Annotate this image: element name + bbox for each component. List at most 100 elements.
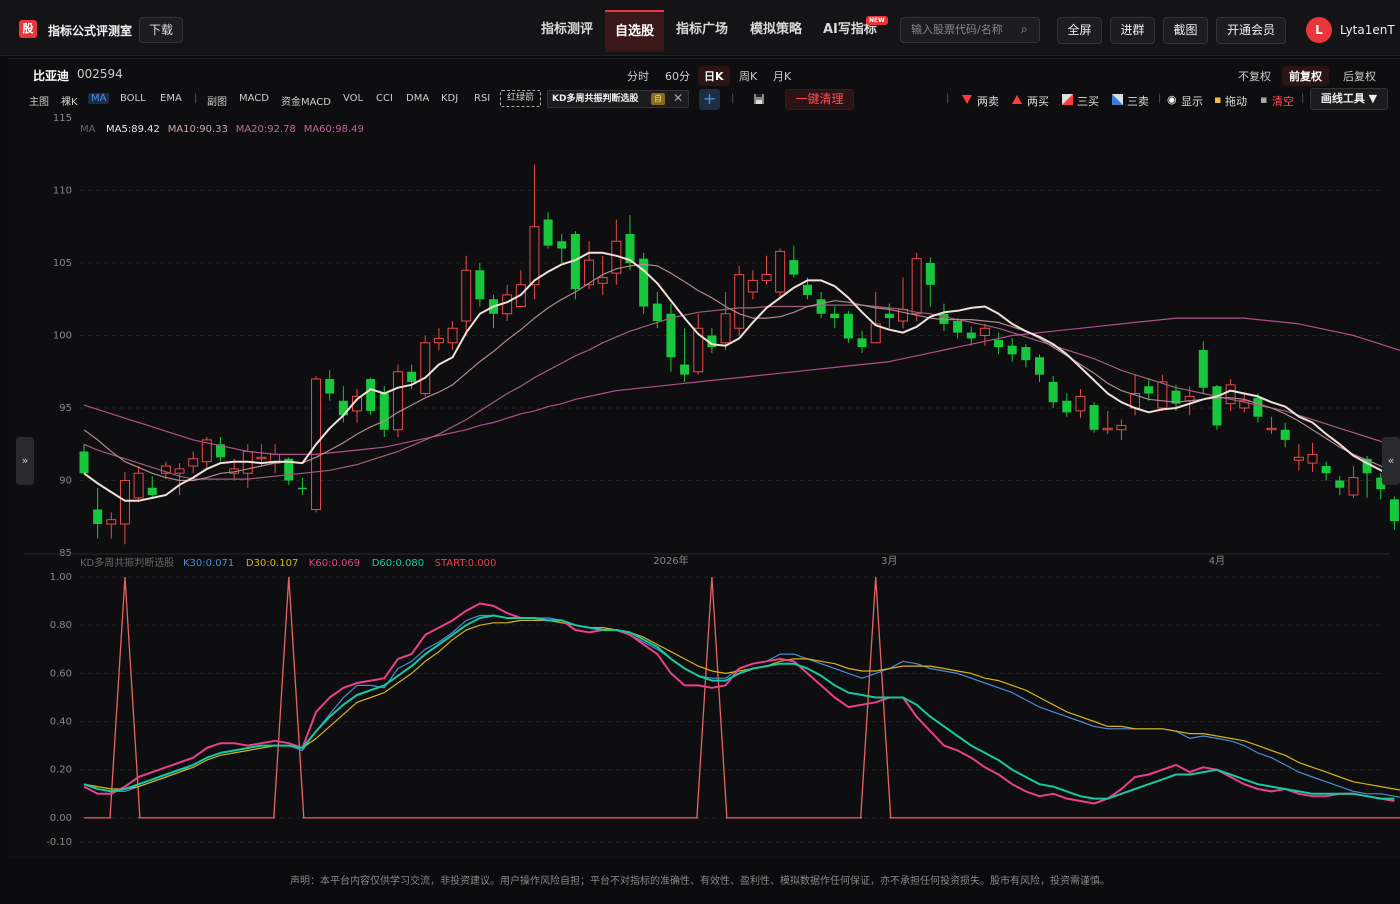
candle-body (734, 274, 745, 329)
candle-body (1225, 384, 1236, 405)
candle-body (188, 458, 199, 467)
candle-body (461, 269, 472, 322)
candle-body (1102, 427, 1113, 431)
candle-body (133, 472, 144, 499)
disclaimer: 声明：本平台内容仅供学习交流，非投资建议。用户操作风险自担；平台不对指标的准确性… (0, 860, 1400, 900)
y-tick-label: 0.00 (50, 813, 72, 824)
candle-body (666, 313, 676, 358)
kd-legend-item: K60:0.069 (309, 558, 360, 569)
candle-body (1116, 424, 1127, 431)
candle-body (392, 371, 403, 431)
ma-legend-item: MA10:90.33 (168, 124, 228, 135)
candle-body (1021, 347, 1031, 361)
candle-body (789, 260, 799, 275)
candle-body (256, 456, 267, 460)
candle-body (830, 313, 840, 319)
kd-legend-item: D30:0.107 (246, 558, 298, 569)
candle-body (1157, 381, 1168, 409)
kd-legend-item: D60:0.080 (372, 558, 424, 569)
candle-body (1307, 453, 1318, 464)
start-signal-line (84, 576, 1400, 819)
candle-body (79, 451, 89, 474)
y-tick-label: 90 (59, 476, 72, 487)
y-tick-label: 0.60 (50, 668, 72, 679)
ma20-line (83, 304, 1400, 480)
candle-body (1035, 357, 1044, 375)
candle-body (761, 274, 772, 281)
y-tick-label: -0.10 (46, 837, 72, 848)
candle-body (1198, 350, 1208, 388)
y-tick-label: 0.80 (50, 620, 72, 631)
candle-body (884, 313, 894, 319)
candle-body (1075, 395, 1086, 412)
candle-body (816, 299, 826, 314)
ma-legend-item: MA5:89.42 (106, 124, 160, 135)
candle-body (1389, 499, 1399, 522)
candle-body (543, 219, 553, 246)
candle-body (994, 339, 1004, 348)
kd-legend-item: START:0.000 (435, 558, 497, 569)
y-tick-label: 115 (53, 113, 72, 124)
candle-body (1266, 427, 1277, 431)
candle-body (925, 263, 935, 285)
candle-body (433, 337, 444, 344)
candle-body (1335, 480, 1345, 488)
candle-body (1280, 429, 1290, 440)
y-tick-label: 100 (53, 331, 72, 342)
expand-right-button[interactable]: « (1382, 437, 1400, 485)
expand-left-button[interactable]: » (16, 437, 34, 485)
x-axis-label: 4月 (1209, 555, 1225, 567)
candle-body (1212, 386, 1222, 426)
candle-body (652, 303, 662, 321)
candle-body (597, 277, 608, 284)
y-tick-label: 95 (59, 403, 72, 414)
y-tick-label: 1.00 (50, 572, 72, 583)
candle-body (979, 327, 990, 336)
candle-body (447, 327, 458, 344)
candle-body (147, 487, 157, 495)
y-tick-label: 0.40 (50, 717, 72, 728)
candle-body (843, 313, 853, 339)
kd-legend-item: K30:0.071 (183, 558, 234, 569)
ma-legend-item: MA20:92.78 (236, 124, 296, 135)
candle-body (475, 270, 485, 300)
y-tick-label: 105 (53, 258, 72, 269)
candle-body (1062, 400, 1072, 413)
candle-body (857, 338, 867, 348)
candle-body (1048, 381, 1058, 403)
kd-legend-title: KD多周共振判断选股 (80, 556, 174, 569)
candle-body (557, 241, 567, 249)
candle-body (366, 379, 376, 411)
candle-body (529, 226, 540, 286)
candle-body (680, 364, 690, 375)
candle-body (325, 379, 335, 394)
candle-body (911, 258, 922, 315)
candle-body (1348, 477, 1359, 496)
kline-chart[interactable]: 115110105100959085MA MA5:89.42 MA10:90.33 M… (0, 0, 1400, 860)
candle-body (775, 250, 786, 293)
candle-body (1293, 456, 1304, 461)
candle-body (119, 480, 130, 525)
candle-body (174, 468, 185, 474)
candle-body (1144, 386, 1154, 394)
candle-body (639, 258, 649, 307)
candle-body (747, 279, 758, 293)
candle-body (93, 509, 103, 524)
x-axis-label: 3月 (881, 555, 897, 567)
candle-body (953, 321, 963, 333)
candle-body (720, 313, 731, 344)
candle-body (1321, 466, 1331, 474)
y-tick-label: 110 (53, 186, 72, 197)
candle-body (1253, 397, 1263, 417)
ma-legend-title: MA (80, 124, 96, 135)
candle-body (966, 332, 976, 339)
ma-legend-item: MA60:98.49 (304, 124, 364, 135)
candle-body (420, 342, 431, 394)
candle-body (1007, 345, 1017, 355)
candle-body (106, 519, 117, 525)
candle-body (1089, 405, 1099, 430)
candle-body (407, 371, 417, 382)
y-tick-label: 0.20 (50, 765, 72, 776)
candle-body (502, 294, 513, 315)
candle-body (802, 284, 812, 295)
